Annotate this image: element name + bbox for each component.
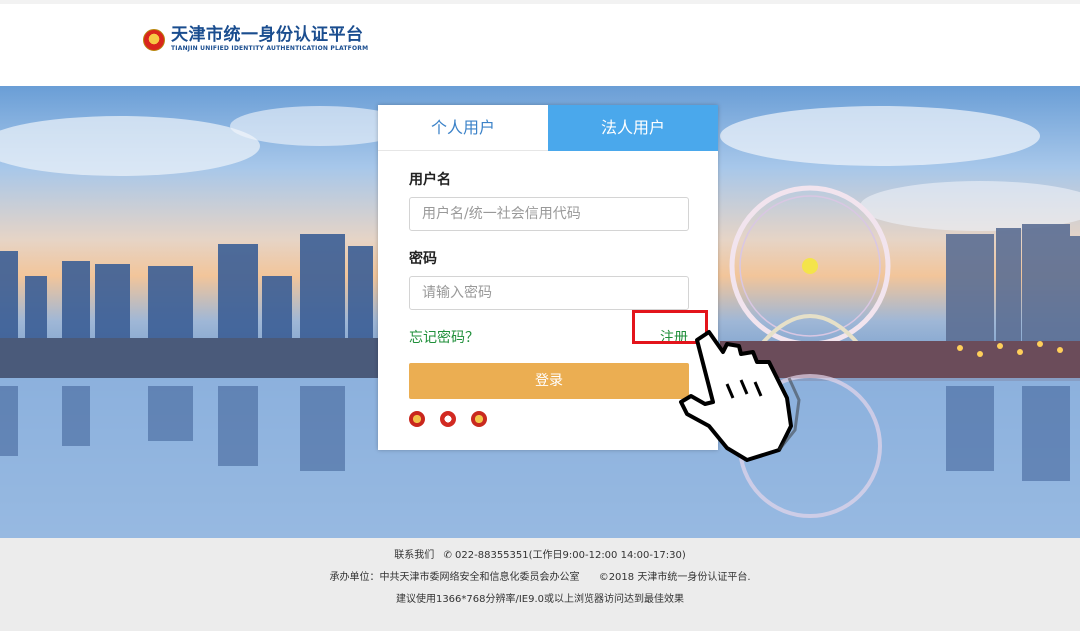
site-subtitle: TIANJIN UNIFIED IDENTITY AUTHENTICATION … xyxy=(171,45,369,52)
contact-us-link[interactable]: 联系我们 xyxy=(394,550,434,561)
national-emblem-icon xyxy=(143,28,165,51)
tab-personal-user[interactable]: 个人用户 xyxy=(378,105,548,151)
logo-text: 天津市统一身份认证平台 TIANJIN UNIFIED IDENTITY AUT… xyxy=(171,26,368,53)
tab-legal-user[interactable]: 法人用户 xyxy=(548,105,718,151)
link-row: 忘记密码？ 注册 xyxy=(409,310,708,347)
forgot-password-link[interactable]: 忘记密码？ xyxy=(409,327,479,347)
police-badge-icon[interactable] xyxy=(409,411,425,427)
organizer-text: 承办单位：中共天津市委网络安全和信息化委员会办公室 xyxy=(329,572,580,583)
username-label: 用户名 xyxy=(409,172,451,188)
login-panel: 个人用户 法人用户 用户名 用户名/统一社会信用代码 密码 请输入密码 忘记密码… xyxy=(378,105,718,450)
footer: 联系我们 ✆ 022-88355351(工作日9:00-12:00 14:00-… xyxy=(0,538,1080,631)
certification-badges xyxy=(409,411,688,427)
footer-contact-line: 联系我们 ✆ 022-88355351(工作日9:00-12:00 14:00-… xyxy=(0,550,1080,561)
contact-phone: 022-88355351(工作日9:00-12:00 14:00-17:30) xyxy=(455,550,686,561)
site-logo[interactable]: 天津市统一身份认证平台 TIANJIN UNIFIED IDENTITY AUT… xyxy=(143,26,368,53)
user-type-tabs: 个人用户 法人用户 xyxy=(378,105,718,151)
browser-tip: 建议使用1366*768分辨率/IE9.0或以上浏览器访问达到最佳效果 xyxy=(395,594,685,605)
header: 天津市统一身份认证平台 TIANJIN UNIFIED IDENTITY AUT… xyxy=(0,0,1080,86)
login-button[interactable]: 登录 xyxy=(409,363,689,399)
national-emblem-small-icon[interactable] xyxy=(471,411,487,427)
pointing-hand-cursor-icon xyxy=(679,330,801,462)
site-title: 天津市统一身份认证平台 xyxy=(171,25,364,45)
password-input[interactable]: 请输入密码 xyxy=(409,276,689,310)
login-form: 用户名 用户名/统一社会信用代码 密码 请输入密码 忘记密码？ 注册 登录 xyxy=(378,151,718,427)
copyright-text: ©2018 天津市统一身份认证平台. xyxy=(598,572,751,583)
certified-site-icon[interactable] xyxy=(440,411,456,427)
footer-organizer-line: 承办单位：中共天津市委网络安全和信息化委员会办公室 ©2018 天津市统一身份认… xyxy=(0,572,1080,583)
username-input[interactable]: 用户名/统一社会信用代码 xyxy=(409,197,689,231)
password-label: 密码 xyxy=(409,251,437,267)
phone-icon: ✆ xyxy=(443,550,452,561)
